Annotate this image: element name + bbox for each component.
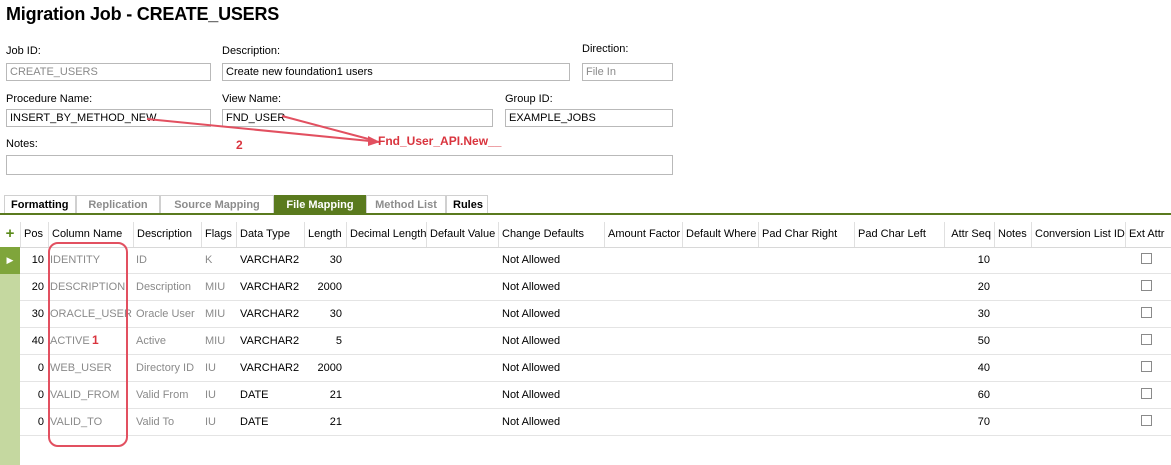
cell-flags[interactable]: IU: [205, 409, 237, 435]
ext-attr-checkbox[interactable]: [1141, 388, 1152, 399]
cell-data-type[interactable]: VARCHAR2: [240, 328, 306, 354]
column-header-conversion-list-id[interactable]: Conversion List ID: [1031, 222, 1125, 247]
tab-underline: [0, 213, 1171, 215]
cell-pos[interactable]: 0: [20, 355, 44, 381]
cell-pos[interactable]: 10: [20, 247, 44, 273]
column-header-pad-char-right[interactable]: Pad Char Right: [758, 222, 854, 247]
column-header-amount-factor[interactable]: Amount Factor: [604, 222, 682, 247]
cell-flags[interactable]: IU: [205, 382, 237, 408]
column-header-pad-char-left[interactable]: Pad Char Left: [854, 222, 944, 247]
cell-change-defaults[interactable]: Not Allowed: [502, 409, 602, 435]
grid-header: + Pos Column Name Description Flags Data…: [0, 222, 1171, 248]
cell-length[interactable]: 2000: [304, 274, 342, 300]
ext-attr-checkbox[interactable]: [1141, 307, 1152, 318]
cell-attr-seq[interactable]: 50: [944, 328, 990, 354]
column-header-length[interactable]: Length: [304, 222, 346, 247]
cell-description[interactable]: Description: [136, 274, 202, 300]
current-row-icon[interactable]: ▶: [0, 247, 20, 274]
column-header-decimal-length[interactable]: Decimal Length: [346, 222, 426, 247]
column-header-data-type[interactable]: Data Type: [236, 222, 304, 247]
ext-attr-checkbox[interactable]: [1141, 280, 1152, 291]
column-header-ext-attr[interactable]: Ext Attr: [1125, 222, 1171, 247]
cell-change-defaults[interactable]: Not Allowed: [502, 355, 602, 381]
cell-change-defaults[interactable]: Not Allowed: [502, 328, 602, 354]
table-row[interactable]: 20 DESCRIPTION Description MIU VARCHAR2 2000 N…: [20, 274, 1171, 301]
cell-flags[interactable]: MIU: [205, 328, 237, 354]
cell-change-defaults[interactable]: Not Allowed: [502, 274, 602, 300]
column-header-attr-seq[interactable]: Attr Seq: [944, 222, 994, 247]
cell-data-type[interactable]: VARCHAR2: [240, 274, 306, 300]
cell-pos[interactable]: 20: [20, 274, 44, 300]
cell-description[interactable]: Oracle User: [136, 301, 202, 327]
annotation-highlight-box: [48, 242, 128, 447]
cell-flags[interactable]: MIU: [205, 301, 237, 327]
table-row[interactable]: 0 VALID_TO Valid To IU DATE 21 Not Allowed 70: [20, 409, 1171, 436]
cell-length[interactable]: 21: [304, 409, 342, 435]
cell-data-type[interactable]: DATE: [240, 382, 306, 408]
table-row[interactable]: 0 WEB_USER Directory ID IU VARCHAR2 2000 Not A…: [20, 355, 1171, 382]
cell-data-type[interactable]: VARCHAR2: [240, 247, 306, 273]
cell-length[interactable]: 21: [304, 382, 342, 408]
tab-bar: Formatting Replication Source Mapping Fi…: [4, 195, 488, 214]
cell-description[interactable]: Directory ID: [136, 355, 202, 381]
cell-attr-seq[interactable]: 70: [944, 409, 990, 435]
ext-attr-checkbox[interactable]: [1141, 253, 1152, 264]
ext-attr-checkbox[interactable]: [1141, 361, 1152, 372]
column-header-default-value[interactable]: Default Value: [426, 222, 498, 247]
cell-pos[interactable]: 0: [20, 382, 44, 408]
column-header-flags[interactable]: Flags: [201, 222, 236, 247]
table-row[interactable]: 30 ORACLE_USER Oracle User MIU VARCHAR2 30 Not…: [20, 301, 1171, 328]
ext-attr-checkbox[interactable]: [1141, 415, 1152, 426]
ext-attr-checkbox[interactable]: [1141, 334, 1152, 345]
tab-method-list[interactable]: Method List: [366, 195, 446, 214]
cell-change-defaults[interactable]: Not Allowed: [502, 247, 602, 273]
file-mapping-grid: + Pos Column Name Description Flags Data…: [0, 222, 1171, 465]
tab-rules[interactable]: Rules: [446, 195, 488, 214]
cell-length[interactable]: 30: [304, 247, 342, 273]
cell-attr-seq[interactable]: 30: [944, 301, 990, 327]
tab-formatting[interactable]: Formatting: [4, 195, 76, 214]
column-header-change-defaults[interactable]: Change Defaults: [498, 222, 604, 247]
cell-attr-seq[interactable]: 10: [944, 247, 990, 273]
table-row[interactable]: 10 IDENTITY ID K VARCHAR2 30 Not Allowed 10: [20, 247, 1171, 274]
column-header-pos[interactable]: Pos: [20, 222, 48, 247]
column-header-notes[interactable]: Notes: [994, 222, 1031, 247]
cell-pos[interactable]: 0: [20, 409, 44, 435]
cell-attr-seq[interactable]: 60: [944, 382, 990, 408]
cell-length[interactable]: 5: [304, 328, 342, 354]
tab-source-mapping[interactable]: Source Mapping: [160, 195, 274, 214]
cell-data-type[interactable]: VARCHAR2: [240, 301, 306, 327]
cell-description[interactable]: ID: [136, 247, 202, 273]
cell-flags[interactable]: IU: [205, 355, 237, 381]
cell-attr-seq[interactable]: 20: [944, 274, 990, 300]
cell-description[interactable]: Valid To: [136, 409, 202, 435]
annotation-number-2: 2: [236, 138, 243, 152]
add-row-icon[interactable]: +: [0, 222, 20, 247]
column-header-description[interactable]: Description: [133, 222, 201, 247]
cell-change-defaults[interactable]: Not Allowed: [502, 382, 602, 408]
tab-replication[interactable]: Replication: [76, 195, 160, 214]
cell-flags[interactable]: K: [205, 247, 237, 273]
column-header-default-where[interactable]: Default Where: [682, 222, 758, 247]
table-row[interactable]: 40 ACTIVE Active MIU VARCHAR2 5 Not Allowed 50: [20, 328, 1171, 355]
row-selector-gutter: ▶: [0, 247, 20, 465]
cell-description[interactable]: Valid From: [136, 382, 202, 408]
tab-file-mapping[interactable]: File Mapping: [274, 195, 366, 214]
cell-pos[interactable]: 30: [20, 301, 44, 327]
cell-length[interactable]: 30: [304, 301, 342, 327]
annotation-method-label: Fnd_User_API.New__: [378, 134, 502, 148]
cell-length[interactable]: 2000: [304, 355, 342, 381]
cell-description[interactable]: Active: [136, 328, 202, 354]
cell-flags[interactable]: MIU: [205, 274, 237, 300]
cell-change-defaults[interactable]: Not Allowed: [502, 301, 602, 327]
annotation-arrow-procedure: [146, 118, 381, 143]
table-row[interactable]: 0 VALID_FROM Valid From IU DATE 21 Not Allowed…: [20, 382, 1171, 409]
cell-data-type[interactable]: DATE: [240, 409, 306, 435]
cell-data-type[interactable]: VARCHAR2: [240, 355, 306, 381]
cell-attr-seq[interactable]: 40: [944, 355, 990, 381]
annotation-number-1: 1: [92, 333, 99, 347]
cell-pos[interactable]: 40: [20, 328, 44, 354]
